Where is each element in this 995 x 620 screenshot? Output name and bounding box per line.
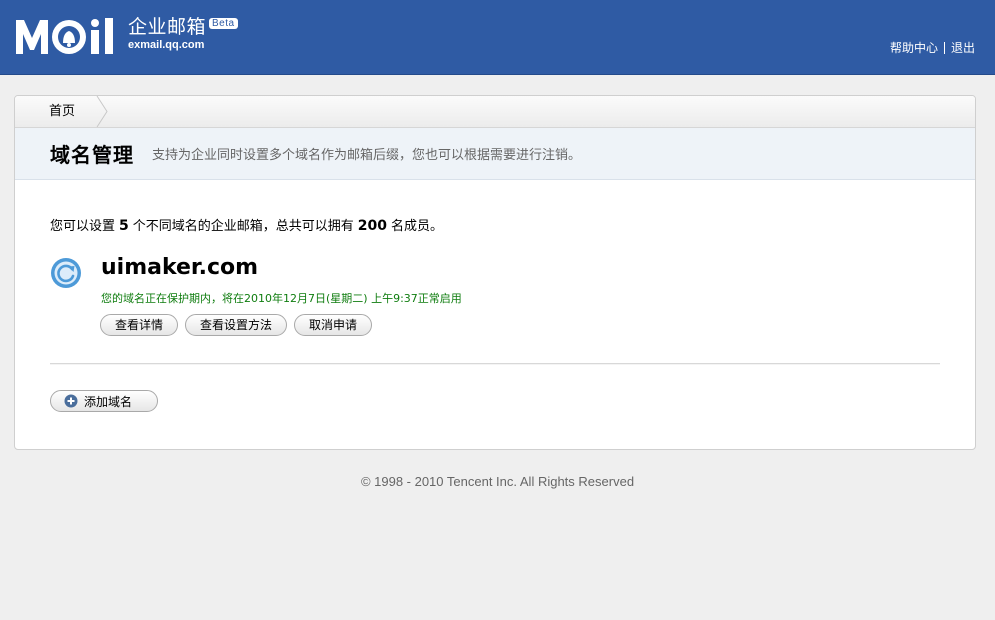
quota-member-count: 200 — [357, 218, 388, 234]
logout-link[interactable]: 退出 — [951, 39, 975, 56]
top-links: 帮助中心 退出 — [890, 39, 975, 56]
main-panel: 首页 域名管理 支持为企业同时设置多个域名作为邮箱后缀，您也可以根据需要进行注销… — [14, 95, 976, 450]
domain-name: uimaker.com — [101, 255, 259, 280]
logo-url: exmail.qq.com — [128, 39, 205, 51]
logo-text: 企业邮箱 Beta exmail.qq.com — [128, 16, 238, 51]
logo-product: 企业邮箱 Beta — [128, 16, 238, 38]
quota-text: 您可以设置 5 个不同域名的企业邮箱，总共可以拥有 200 名成员。 — [50, 215, 443, 234]
quota-suffix: 名成员。 — [391, 219, 444, 234]
quota-domain-count: 5 — [119, 218, 129, 234]
footer-copyright: © 1998 - 2010 Tencent Inc. All Rights Re… — [360, 474, 635, 489]
view-setup-button[interactable]: 查看设置方法 — [185, 314, 288, 336]
plus-circle-icon — [64, 394, 78, 408]
pending-refresh-icon — [51, 258, 81, 288]
add-domain-button[interactable]: 添加域名 — [50, 390, 158, 412]
top-bar: 企业邮箱 Beta exmail.qq.com 帮助中心 退出 — [0, 0, 995, 75]
domain-actions: 查看详情 查看设置方法 取消申请 — [100, 314, 373, 336]
section-divider — [50, 363, 940, 365]
beta-badge: Beta — [209, 17, 238, 29]
quota-prefix: 您可以设置 — [50, 219, 116, 234]
logo[interactable]: 企业邮箱 Beta exmail.qq.com — [14, 12, 238, 60]
page-description: 支持为企业同时设置多个域名作为邮箱后缀，您也可以根据需要进行注销。 — [152, 148, 582, 163]
link-divider — [943, 41, 945, 54]
breadcrumb-separator-icon — [96, 96, 108, 127]
breadcrumb: 首页 — [15, 96, 975, 128]
view-details-button[interactable]: 查看详情 — [100, 314, 179, 336]
product-name: 企业邮箱 — [128, 16, 207, 38]
domain-status: 您的域名正在保护期内，将在2010年12月7日(星期二) 上午9:37正常启用 — [101, 292, 462, 305]
page-title: 域名管理 — [50, 143, 134, 167]
cancel-request-button[interactable]: 取消申请 — [294, 314, 373, 336]
moil-logo-icon — [16, 18, 113, 54]
quota-middle: 个不同域名的企业邮箱，总共可以拥有 — [132, 219, 354, 234]
add-domain-label: 添加域名 — [84, 394, 133, 409]
help-center-link[interactable]: 帮助中心 — [890, 39, 938, 56]
title-bar: 域名管理 支持为企业同时设置多个域名作为邮箱后缀，您也可以根据需要进行注销。 — [15, 128, 975, 180]
